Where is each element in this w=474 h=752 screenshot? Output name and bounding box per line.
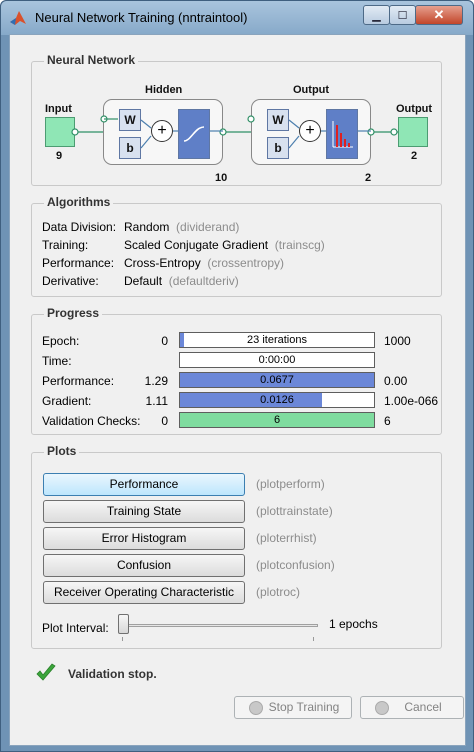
- progress-label: Epoch:: [42, 334, 80, 348]
- plots-heading: Plots: [44, 444, 80, 458]
- progress-bar-text: 0.0677: [260, 374, 294, 386]
- cancel-label: Cancel: [404, 700, 442, 714]
- cancel-button[interactable]: Cancel: [360, 696, 464, 719]
- progress-start-value: 0: [161, 414, 168, 428]
- close-button[interactable]: ✕: [415, 5, 463, 25]
- minimize-icon: ▁: [372, 9, 381, 22]
- progress-label: Time:: [42, 354, 72, 368]
- progress-start-value: 0: [161, 334, 168, 348]
- progress-end-value: 6: [384, 414, 391, 428]
- cancel-icon: [375, 701, 389, 715]
- progress-panel: Progress Epoch: 0 23 iterations 1000 Time: 0:…: [31, 306, 442, 435]
- minimize-button[interactable]: ▁: [363, 5, 390, 25]
- algorithm-value: Scaled Conjugate Gradient (trainscg): [124, 238, 325, 252]
- plot-button-plottrainstate[interactable]: Training State: [43, 500, 245, 523]
- algorithms-panel: Algorithms Data Division: Random (divider…: [31, 195, 442, 297]
- plot-button-plotconfusion[interactable]: Confusion: [43, 554, 245, 577]
- algorithm-function: (crossentropy): [207, 256, 285, 270]
- algorithm-value: Cross-Entropy (crossentropy): [124, 256, 284, 270]
- algorithm-label: Training:: [42, 238, 89, 252]
- progress-bar: 0:00:00: [179, 352, 375, 368]
- algorithm-label: Performance:: [42, 256, 115, 270]
- plot-button-ploterrhist[interactable]: Error Histogram: [43, 527, 245, 550]
- progress-start-value: 1.29: [144, 374, 168, 388]
- slider-ticks: [122, 637, 314, 641]
- plot-interval-track[interactable]: [118, 624, 318, 627]
- progress-bar: 23 iterations: [179, 332, 375, 348]
- algorithm-value-text: Cross-Entropy: [124, 256, 201, 270]
- algorithm-label: Data Division:: [42, 220, 117, 234]
- stop-icon: [249, 701, 263, 715]
- progress-end-value: 1.00e-066: [384, 394, 439, 408]
- algorithm-value-text: Default: [124, 274, 163, 288]
- algorithms-heading: Algorithms: [44, 195, 114, 209]
- maximize-icon: ☐: [397, 9, 408, 22]
- plot-button-plotroc[interactable]: Receiver Operating Characteristic: [43, 581, 245, 604]
- checkmark-icon: [36, 663, 56, 681]
- algorithm-value-text: Scaled Conjugate Gradient: [124, 238, 269, 252]
- algorithm-function: (defaultderiv): [168, 274, 239, 288]
- plot-function-name: (ploterrhist): [256, 531, 317, 545]
- algorithm-value: Random (dividerand): [124, 220, 239, 234]
- window-title: Neural Network Training (nntraintool): [35, 10, 248, 25]
- progress-bar-text: 0:00:00: [258, 354, 296, 366]
- plot-interval-label: Plot Interval:: [42, 621, 109, 635]
- algorithm-function: (trainscg): [274, 238, 325, 252]
- progress-heading: Progress: [44, 306, 103, 320]
- window: Neural Network Training (nntraintool) ▁ …: [0, 0, 474, 752]
- progress-bar: 0.0126: [179, 392, 375, 408]
- status-text: Validation stop.: [68, 667, 157, 681]
- progress-bar-text: 6: [273, 414, 281, 426]
- connection-lines: [71, 115, 398, 149]
- algorithm-value-text: Random: [124, 220, 170, 234]
- matlab-logo-icon: [10, 11, 26, 25]
- plot-function-name: (plotperform): [256, 477, 325, 491]
- progress-label: Validation Checks:: [42, 414, 141, 428]
- title-bar[interactable]: Neural Network Training (nntraintool) ▁ …: [1, 1, 473, 35]
- close-icon: ✕: [433, 7, 445, 22]
- progress-bar-text: 23 iterations: [247, 334, 307, 346]
- plot-interval-value: 1 epochs: [329, 617, 378, 631]
- progress-end-value: 0.00: [384, 374, 408, 388]
- progress-end-value: 1000: [384, 334, 411, 348]
- progress-bar: 0.0677: [179, 372, 375, 388]
- progress-start-value: 1.11: [145, 394, 168, 408]
- progress-bar-text: 0.0126: [260, 394, 294, 406]
- maximize-button[interactable]: ☐: [389, 5, 416, 25]
- plot-function-name: (plottrainstate): [256, 504, 333, 518]
- plots-panel: Plots Performance (plotperform) Training S…: [31, 444, 442, 649]
- progress-label: Performance:: [42, 374, 115, 388]
- plot-button-plotperform[interactable]: Performance: [43, 473, 245, 496]
- plot-interval-slider[interactable]: [118, 614, 129, 634]
- plot-function-name: (plotconfusion): [256, 558, 335, 572]
- neural-network-panel: Neural Network Input 9 Hidden W b + 10 O…: [31, 53, 442, 186]
- progress-label: Gradient:: [42, 394, 92, 408]
- algorithm-value: Default (defaultderiv): [124, 274, 239, 288]
- algorithm-function: (dividerand): [176, 220, 240, 234]
- plot-function-name: (plotroc): [256, 585, 301, 599]
- algorithm-label: Derivative:: [42, 274, 99, 288]
- stop-training-button[interactable]: Stop Training: [234, 696, 352, 719]
- progress-bar: 6: [179, 412, 375, 428]
